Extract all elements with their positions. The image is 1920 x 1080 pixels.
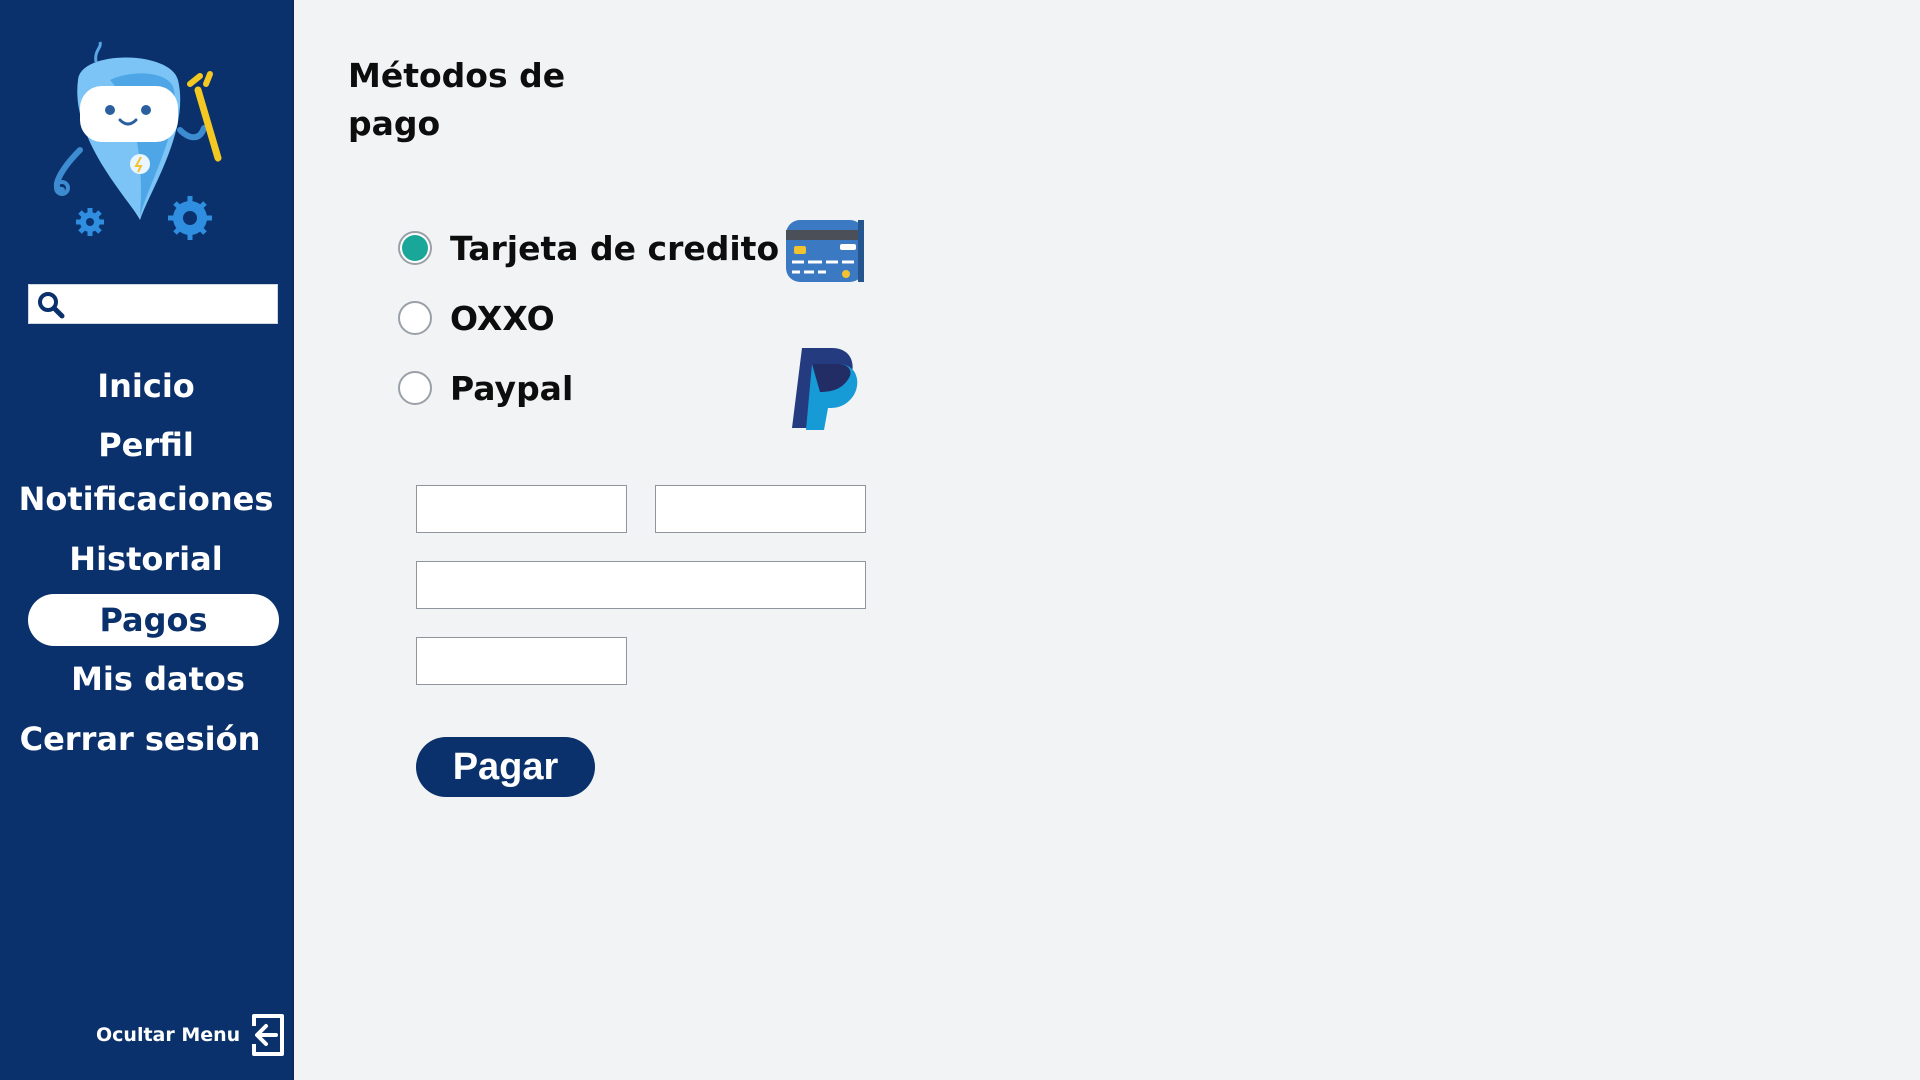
nav-item-notificaciones[interactable]: Notificaciones: [0, 475, 292, 523]
exit-arrow-icon: [252, 1014, 285, 1056]
paypal-icon: [792, 348, 858, 430]
method-label-paypal: Paypal: [450, 368, 574, 408]
credit-card-icon: [786, 220, 864, 282]
sidebar: Inicio Perfil Notificaciones Historial P…: [0, 0, 294, 1080]
card-field-3[interactable]: [416, 561, 866, 609]
hide-menu-button[interactable]: Ocultar Menu: [96, 1010, 288, 1060]
search-box[interactable]: [28, 284, 278, 324]
card-field-4[interactable]: [416, 637, 627, 685]
radio-selected-dot: [402, 235, 428, 261]
payment-method-oxxo[interactable]: OXXO: [398, 298, 555, 338]
page-title: Métodos de pago: [348, 56, 566, 143]
card-field-2[interactable]: [655, 485, 866, 533]
search-icon: [38, 292, 65, 319]
nav-item-historial[interactable]: Historial: [0, 535, 292, 583]
radio-credit-card[interactable]: [398, 231, 432, 265]
robot-mascot-logo: [53, 41, 222, 240]
hide-menu-label: Ocultar Menu: [96, 1024, 241, 1046]
radio-paypal[interactable]: [398, 371, 432, 405]
nav-item-cerrar-sesion[interactable]: Cerrar sesión: [0, 715, 286, 763]
pay-button[interactable]: Pagar: [416, 737, 595, 797]
radio-oxxo[interactable]: [398, 301, 432, 335]
nav-item-perfil[interactable]: Perfil: [0, 421, 292, 469]
nav-item-mis-datos[interactable]: Mis datos: [12, 655, 304, 703]
payment-method-paypal[interactable]: Paypal: [398, 368, 573, 408]
nav-item-pagos[interactable]: Pagos: [28, 594, 279, 646]
search-input[interactable]: [69, 289, 277, 321]
nav-item-inicio[interactable]: Inicio: [0, 362, 292, 410]
method-label-credit-card: Tarjeta de credito: [450, 228, 780, 268]
payment-method-credit-card[interactable]: Tarjeta de credito: [398, 228, 779, 268]
card-field-1[interactable]: [416, 485, 627, 533]
method-label-oxxo: OXXO: [450, 298, 555, 338]
